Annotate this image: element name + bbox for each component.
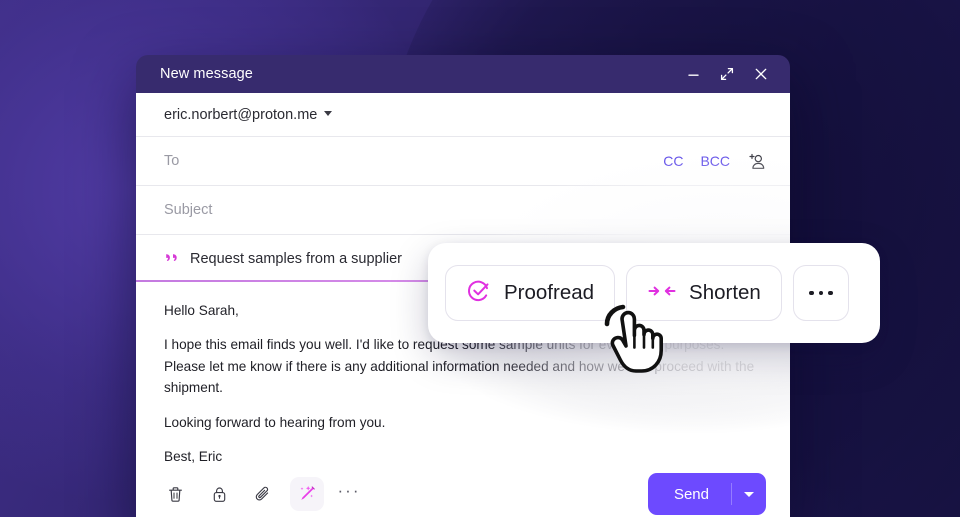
- minimize-icon[interactable]: [684, 65, 702, 83]
- subject-input[interactable]: Subject: [164, 202, 212, 218]
- writing-assistant-toolbar: Proofread Shorten: [428, 243, 880, 343]
- assistant-prompt-text: Request samples from a supplier: [190, 250, 402, 267]
- check-circle-icon: [466, 278, 492, 309]
- from-row[interactable]: eric.norbert@proton.me: [136, 93, 790, 136]
- magic-wand-icon[interactable]: [290, 477, 324, 511]
- body-paragraph-request: I hope this email finds you well. I'd li…: [164, 337, 755, 396]
- body-paragraph-closing: Looking forward to hearing from you.: [164, 414, 386, 430]
- subject-field-row[interactable]: Subject: [136, 185, 790, 234]
- compose-tool-icons: ···: [158, 477, 648, 511]
- to-input[interactable]: To: [164, 153, 179, 169]
- recipient-actions: CC BCC: [663, 137, 766, 185]
- send-button[interactable]: Send: [647, 473, 766, 515]
- window-title: New message: [160, 66, 253, 82]
- shorten-arrows-icon: [647, 281, 677, 306]
- send-chevron-down-icon[interactable]: [732, 491, 766, 497]
- window-titlebar: New message: [136, 55, 790, 93]
- dot-1: [809, 290, 814, 296]
- compose-bottom-toolbar: ··· Send: [136, 463, 790, 517]
- from-chevron-down-icon[interactable]: [324, 111, 333, 116]
- cc-button[interactable]: CC: [663, 153, 683, 169]
- shorten-button[interactable]: Shorten: [626, 265, 782, 321]
- from-address: eric.norbert@proton.me: [164, 106, 318, 123]
- proofread-label: Proofread: [504, 281, 595, 304]
- bcc-button[interactable]: BCC: [700, 153, 730, 169]
- attachment-icon[interactable]: [246, 477, 280, 511]
- maximize-icon[interactable]: [718, 65, 736, 83]
- shorten-label: Shorten: [689, 281, 761, 304]
- dot-2: [818, 290, 824, 296]
- trash-icon[interactable]: [158, 477, 192, 511]
- more-options-icon[interactable]: [792, 265, 849, 321]
- more-tools-icon[interactable]: ···: [334, 481, 364, 507]
- to-field-row[interactable]: To CC BCC: [136, 136, 790, 185]
- close-icon[interactable]: [752, 65, 770, 83]
- window-controls: [684, 65, 776, 83]
- send-button-label: Send: [673, 485, 709, 503]
- quote-icon: [164, 252, 180, 266]
- dot-3: [828, 290, 833, 296]
- lock-icon[interactable]: [202, 477, 236, 511]
- proofread-button[interactable]: Proofread: [445, 265, 616, 321]
- screen: New message eric.norbert@proton.me To CC…: [0, 0, 960, 517]
- add-contact-icon[interactable]: [747, 152, 766, 171]
